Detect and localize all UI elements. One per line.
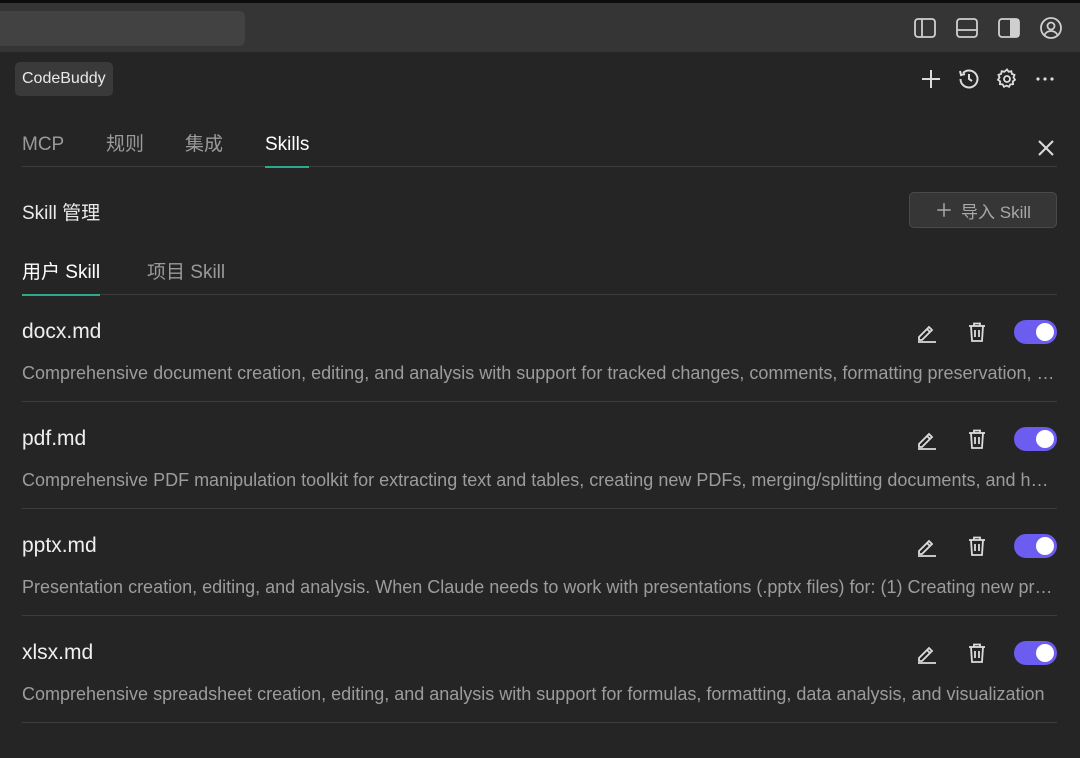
add-icon[interactable] <box>918 66 944 92</box>
skill-name: docx.md <box>22 320 102 343</box>
header-actions <box>918 66 1058 92</box>
layout-controls <box>912 15 1064 41</box>
import-skill-label: 导入 Skill <box>961 202 1031 222</box>
list-item: docx.md Comprehensive document creation,… <box>22 295 1057 402</box>
skill-actions <box>914 533 1057 559</box>
tab-mcp[interactable]: MCP <box>22 132 64 167</box>
list-item: pdf.md Comprehensive PDF manipulation to… <box>22 402 1057 509</box>
import-skill-button[interactable]: 导入 Skill <box>909 192 1057 228</box>
tab-project-skill[interactable]: 项目 Skill <box>147 260 225 295</box>
skill-actions <box>914 319 1057 345</box>
skill-enabled-toggle[interactable] <box>1014 641 1057 665</box>
skill-description: Comprehensive document creation, editing… <box>22 363 1057 383</box>
skill-description: Comprehensive spreadsheet creation, edit… <box>22 684 1045 704</box>
settings-tabs: MCP 规则 集成 Skills <box>22 132 1057 168</box>
skill-enabled-toggle[interactable] <box>1014 427 1057 451</box>
skill-description: Comprehensive PDF manipulation toolkit f… <box>22 470 1057 490</box>
edit-icon[interactable] <box>914 319 940 345</box>
trash-icon[interactable] <box>964 533 990 559</box>
tab-rules[interactable]: 规则 <box>106 132 144 167</box>
toggle-knob <box>1036 323 1054 341</box>
list-item: pptx.md Presentation creation, editing, … <box>22 509 1057 616</box>
toggle-knob <box>1036 430 1054 448</box>
skill-list: docx.md Comprehensive document creation,… <box>22 295 1057 723</box>
history-icon[interactable] <box>956 66 982 92</box>
account-icon[interactable] <box>1038 15 1064 41</box>
skill-name: pptx.md <box>22 534 97 557</box>
skill-name: xlsx.md <box>22 641 94 664</box>
command-center-search[interactable] <box>0 11 245 46</box>
toggle-primary-sidebar-icon[interactable] <box>912 15 938 41</box>
toggle-knob <box>1036 644 1054 662</box>
trash-icon[interactable] <box>964 319 990 345</box>
window-titlebar <box>0 0 1080 52</box>
skill-enabled-toggle[interactable] <box>1014 320 1057 344</box>
more-icon[interactable] <box>1032 66 1058 92</box>
app-name-chip[interactable]: CodeBuddy <box>15 62 113 96</box>
plus-icon <box>937 203 951 217</box>
edit-icon[interactable] <box>914 426 940 452</box>
skill-actions <box>914 426 1057 452</box>
toggle-knob <box>1036 537 1054 555</box>
tab-skills[interactable]: Skills <box>265 132 310 168</box>
toggle-panel-icon[interactable] <box>954 15 980 41</box>
tab-integrations[interactable]: 集成 <box>185 132 223 167</box>
skill-name: pdf.md <box>22 427 87 450</box>
settings-icon[interactable] <box>994 66 1020 92</box>
trash-icon[interactable] <box>964 640 990 666</box>
trash-icon[interactable] <box>964 426 990 452</box>
skill-enabled-toggle[interactable] <box>1014 534 1057 558</box>
tab-user-skill[interactable]: 用户 Skill <box>22 260 101 296</box>
skill-scope-tabs: 用户 Skill 项目 Skill <box>22 260 1057 296</box>
skill-actions <box>914 640 1057 666</box>
section-title: Skill 管理 <box>22 203 101 224</box>
close-icon[interactable] <box>1034 136 1058 160</box>
list-item: xlsx.md Comprehensive spreadsheet creati… <box>22 616 1057 723</box>
toggle-secondary-sidebar-icon[interactable] <box>996 15 1022 41</box>
skill-description: Presentation creation, editing, and anal… <box>22 577 1057 597</box>
edit-icon[interactable] <box>914 640 940 666</box>
edit-icon[interactable] <box>914 533 940 559</box>
